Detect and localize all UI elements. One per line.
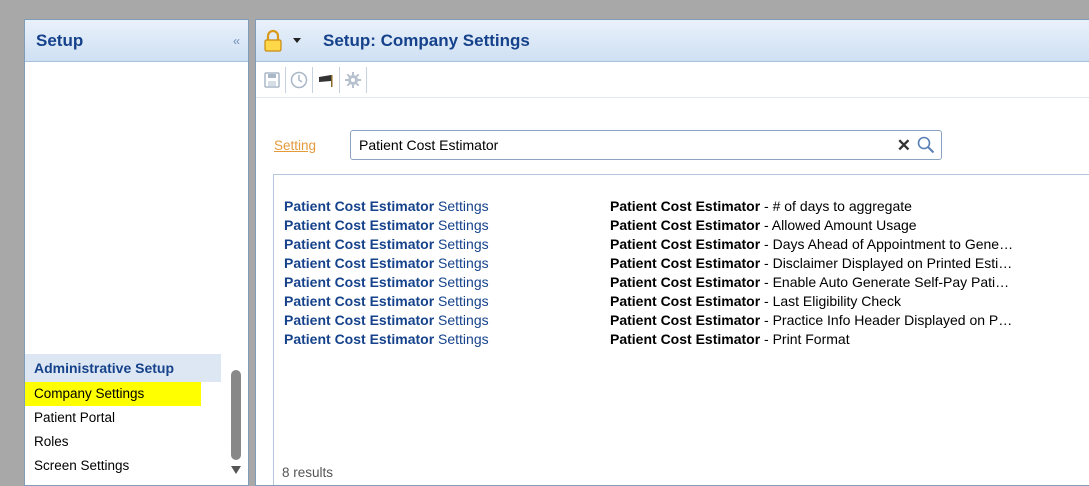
result-name-match: Patient Cost Estimator bbox=[610, 274, 761, 290]
result-setting-name[interactable]: Patient Cost Estimator - Disclaimer Disp… bbox=[610, 254, 1089, 273]
result-category[interactable]: Patient Cost Estimator Settings bbox=[284, 216, 610, 235]
result-category-match: Patient Cost Estimator bbox=[284, 236, 435, 252]
result-name-match: Patient Cost Estimator bbox=[610, 236, 761, 252]
result-name-rest: - Enable Auto Generate Self-Pay Pati… bbox=[760, 274, 1010, 290]
result-category-rest: Settings bbox=[434, 312, 489, 328]
result-category[interactable]: Patient Cost Estimator Settings bbox=[284, 292, 610, 311]
result-name-match: Patient Cost Estimator bbox=[610, 255, 761, 271]
setup-sidebar: Setup ‹‹ Administrative Setup Company Se… bbox=[24, 19, 249, 486]
search-input[interactable] bbox=[359, 137, 897, 153]
toolbar-separator bbox=[339, 66, 340, 93]
result-setting-name[interactable]: Patient Cost Estimator - Last Eligibilit… bbox=[610, 292, 1089, 311]
result-category-match: Patient Cost Estimator bbox=[284, 293, 435, 309]
result-setting-name[interactable]: Patient Cost Estimator - Allowed Amount … bbox=[610, 216, 1089, 235]
result-category[interactable]: Patient Cost Estimator Settings bbox=[284, 254, 610, 273]
result-category-match: Patient Cost Estimator bbox=[284, 198, 435, 214]
sidebar-item-roles[interactable]: Roles bbox=[25, 430, 201, 454]
result-name-match: Patient Cost Estimator bbox=[610, 217, 761, 233]
flag-icon[interactable] bbox=[314, 68, 338, 92]
clear-icon[interactable]: ✕ bbox=[897, 137, 911, 154]
toolbar-separator bbox=[285, 66, 286, 93]
result-category-rest: Settings bbox=[434, 331, 489, 347]
result-category-match: Patient Cost Estimator bbox=[284, 217, 435, 233]
result-setting-name[interactable]: Patient Cost Estimator - Enable Auto Gen… bbox=[610, 273, 1089, 292]
toolbar bbox=[256, 62, 1089, 98]
result-name-match: Patient Cost Estimator bbox=[610, 293, 761, 309]
gear-icon[interactable] bbox=[341, 68, 365, 92]
admin-setup-heading[interactable]: Administrative Setup bbox=[25, 354, 221, 382]
result-row[interactable]: Patient Cost Estimator Settings Patient C… bbox=[284, 292, 1089, 311]
search-box: ✕ bbox=[350, 130, 942, 160]
lock-icon[interactable] bbox=[262, 29, 284, 53]
result-name-rest: - Practice Info Header Displayed on P… bbox=[760, 312, 1013, 328]
page-title: Setup: Company Settings bbox=[323, 30, 530, 50]
result-row[interactable]: Patient Cost Estimator Settings Patient C… bbox=[284, 330, 1089, 349]
result-name-rest: - Disclaimer Displayed on Printed Esti… bbox=[760, 255, 1013, 271]
sidebar-item-company-settings[interactable]: Company Settings bbox=[25, 382, 201, 406]
scrollbar-thumb[interactable] bbox=[231, 370, 241, 460]
result-row[interactable]: Patient Cost Estimator Settings Patient C… bbox=[284, 235, 1089, 254]
result-name-match: Patient Cost Estimator bbox=[610, 312, 761, 328]
result-category[interactable]: Patient Cost Estimator Settings bbox=[284, 330, 610, 349]
lock-dropdown-icon[interactable] bbox=[293, 38, 301, 43]
clock-icon[interactable] bbox=[287, 68, 311, 92]
result-name-rest: - # of days to aggregate bbox=[760, 198, 912, 214]
result-category-rest: Settings bbox=[434, 198, 489, 214]
result-name-rest: - Print Format bbox=[760, 331, 850, 347]
collapse-icon[interactable]: ‹‹ bbox=[233, 34, 240, 48]
sidebar-header: Setup ‹‹ bbox=[25, 20, 248, 62]
result-row[interactable]: Patient Cost Estimator Settings Patient C… bbox=[284, 273, 1089, 292]
scroll-down-arrow-icon[interactable] bbox=[231, 466, 241, 474]
result-category[interactable]: Patient Cost Estimator Settings bbox=[284, 273, 610, 292]
result-name-rest: - Allowed Amount Usage bbox=[760, 217, 917, 233]
result-category-match: Patient Cost Estimator bbox=[284, 312, 435, 328]
search-icon[interactable] bbox=[917, 136, 935, 154]
result-category-rest: Settings bbox=[434, 236, 489, 252]
result-setting-name[interactable]: Patient Cost Estimator - # of days to ag… bbox=[610, 197, 1089, 216]
result-category-rest: Settings bbox=[434, 274, 489, 290]
result-category-rest: Settings bbox=[434, 293, 489, 309]
results-list: Patient Cost Estimator Settings Patient C… bbox=[284, 197, 1089, 349]
result-category-rest: Settings bbox=[434, 255, 489, 271]
result-row[interactable]: Patient Cost Estimator Settings Patient C… bbox=[284, 254, 1089, 273]
result-category[interactable]: Patient Cost Estimator Settings bbox=[284, 197, 610, 216]
result-category[interactable]: Patient Cost Estimator Settings bbox=[284, 235, 610, 254]
toolbar-separator bbox=[366, 66, 367, 93]
result-category-match: Patient Cost Estimator bbox=[284, 274, 435, 290]
result-name-match: Patient Cost Estimator bbox=[610, 331, 761, 347]
save-icon[interactable] bbox=[260, 68, 284, 92]
setting-link[interactable]: Setting bbox=[274, 138, 350, 153]
main-header: Setup: Company Settings bbox=[256, 20, 1089, 62]
result-setting-name[interactable]: Patient Cost Estimator - Print Format bbox=[610, 330, 1089, 349]
result-category[interactable]: Patient Cost Estimator Settings bbox=[284, 311, 610, 330]
sidebar-item-patient-portal[interactable]: Patient Portal bbox=[25, 406, 201, 430]
results-panel: Patient Cost Estimator Settings Patient C… bbox=[273, 174, 1089, 485]
result-category-match: Patient Cost Estimator bbox=[284, 331, 435, 347]
result-setting-name[interactable]: Patient Cost Estimator - Practice Info H… bbox=[610, 311, 1089, 330]
result-row[interactable]: Patient Cost Estimator Settings Patient C… bbox=[284, 311, 1089, 330]
result-count: 8 results bbox=[282, 465, 334, 480]
result-setting-name[interactable]: Patient Cost Estimator - Days Ahead of A… bbox=[610, 235, 1089, 254]
result-row[interactable]: Patient Cost Estimator Settings Patient C… bbox=[284, 216, 1089, 235]
sidebar-scrollbar[interactable] bbox=[231, 370, 241, 482]
main-panel: Setup: Company Settings Setting ✕ Pat bbox=[255, 19, 1089, 486]
result-name-rest: - Days Ahead of Appointment to Gene… bbox=[760, 236, 1014, 252]
result-name-rest: - Last Eligibility Check bbox=[760, 293, 901, 309]
result-category-match: Patient Cost Estimator bbox=[284, 255, 435, 271]
result-category-rest: Settings bbox=[434, 217, 489, 233]
sidebar-title: Setup bbox=[36, 30, 84, 50]
sidebar-item-screen-settings[interactable]: Screen Settings bbox=[25, 454, 201, 478]
search-row: Setting ✕ bbox=[274, 130, 942, 160]
toolbar-separator bbox=[312, 66, 313, 93]
result-name-match: Patient Cost Estimator bbox=[610, 198, 761, 214]
admin-setup-section: Administrative Setup Company Settings Pa… bbox=[25, 354, 248, 478]
result-row[interactable]: Patient Cost Estimator Settings Patient C… bbox=[284, 197, 1089, 216]
